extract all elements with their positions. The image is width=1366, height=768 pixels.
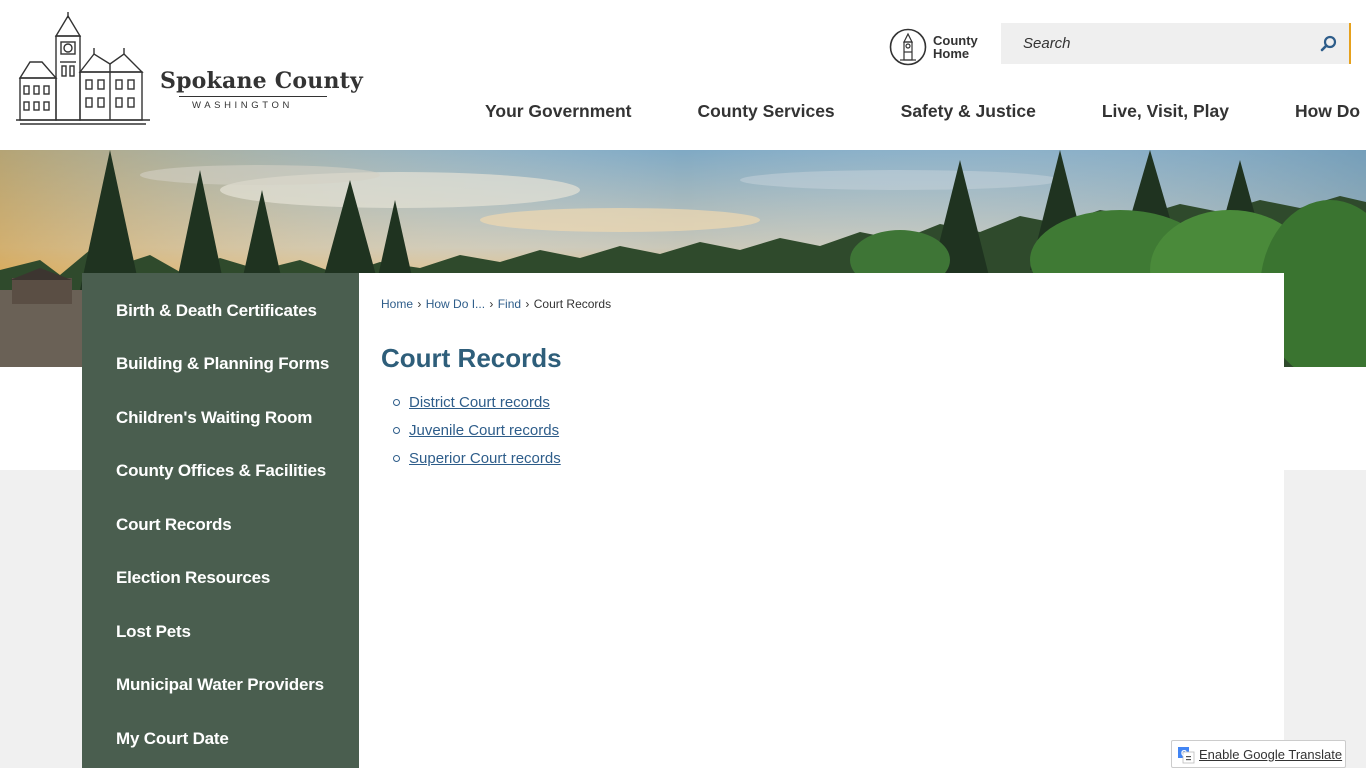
sidebar-item-building-planning-forms[interactable]: Building & Planning Forms (116, 354, 329, 374)
bullet-icon (393, 427, 400, 434)
logo-state: WASHINGTON (192, 100, 293, 111)
sidebar-item-birth-death-certificates[interactable]: Birth & Death Certificates (116, 301, 317, 321)
list-item: Superior Court records (393, 449, 561, 477)
nav-how-do-i[interactable]: How Do I... (1262, 96, 1366, 126)
site-header: Spokane County WASHINGTON County Home Y (0, 0, 1366, 150)
courthouse-logo-icon (16, 12, 150, 125)
breadcrumb-separator: › (522, 297, 533, 311)
sidebar-item-municipal-water-providers[interactable]: Municipal Water Providers (116, 675, 324, 695)
link-district-court-records[interactable]: District Court records (409, 394, 550, 411)
breadcrumb-find[interactable]: Find (498, 297, 521, 311)
breadcrumb-separator: › (414, 297, 425, 311)
logo-divider (179, 96, 327, 97)
search-box (1001, 23, 1351, 64)
sidebar-item-lost-pets[interactable]: Lost Pets (116, 622, 191, 642)
logo-name: Spokane County (160, 68, 364, 94)
list-item: Juvenile Court records (393, 421, 561, 449)
search-input[interactable] (1001, 23, 1301, 64)
nav-county-services[interactable]: County Services (665, 96, 868, 126)
county-home-label: County Home (933, 33, 978, 61)
sidebar-nav: Birth & Death Certificates Building & Pl… (82, 273, 359, 768)
nav-your-government[interactable]: Your Government (452, 96, 665, 126)
bullet-icon (393, 399, 400, 406)
page-title: Court Records (381, 343, 562, 373)
google-translate-icon: G (1178, 747, 1195, 764)
main-content: Home › How Do I... › Find › Court Record… (359, 273, 1284, 768)
search-button[interactable] (1317, 33, 1339, 55)
court-records-list: District Court records Juvenile Court re… (393, 393, 561, 477)
search-icon (1320, 35, 1337, 52)
sidebar-item-election-resources[interactable]: Election Resources (116, 568, 270, 588)
breadcrumb-how-do-i[interactable]: How Do I... (426, 297, 485, 311)
sidebar-item-my-court-date[interactable]: My Court Date (116, 729, 229, 749)
sidebar-item-childrens-waiting-room[interactable]: Children's Waiting Room (116, 408, 312, 428)
main-nav: Your Government County Services Safety &… (452, 96, 1366, 126)
breadcrumb-current: Court Records (533, 297, 612, 311)
county-home-link[interactable]: County Home (889, 28, 989, 68)
translate-label: Enable Google Translate (1199, 747, 1343, 762)
link-juvenile-court-records[interactable]: Juvenile Court records (409, 422, 559, 439)
google-translate-button[interactable]: G Enable Google Translate (1171, 740, 1346, 768)
sidebar-item-county-offices-facilities[interactable]: County Offices & Facilities (116, 461, 326, 481)
list-item: District Court records (393, 393, 561, 421)
breadcrumb-home[interactable]: Home (381, 297, 413, 311)
nav-safety-justice[interactable]: Safety & Justice (868, 96, 1069, 126)
breadcrumb: Home › How Do I... › Find › Court Record… (381, 297, 611, 311)
link-superior-court-records[interactable]: Superior Court records (409, 450, 561, 467)
bullet-icon (393, 455, 400, 462)
sidebar-item-court-records[interactable]: Court Records (116, 515, 232, 535)
nav-live-visit-play[interactable]: Live, Visit, Play (1069, 96, 1262, 126)
site-logo[interactable]: Spokane County WASHINGTON (14, 12, 363, 128)
breadcrumb-separator: › (486, 297, 497, 311)
courthouse-tower-icon (889, 28, 927, 66)
